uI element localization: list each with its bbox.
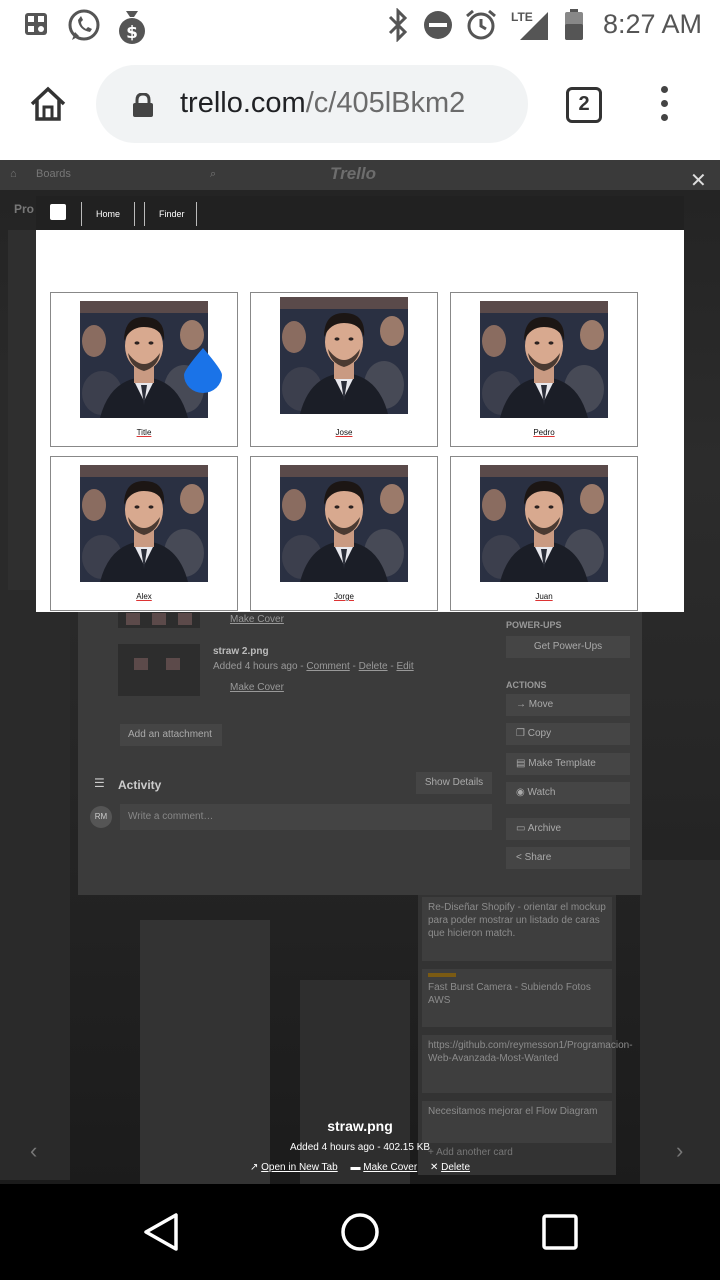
person-name: Jose bbox=[335, 428, 353, 437]
delete-link[interactable]: Delete bbox=[359, 661, 388, 672]
person-name: Alex bbox=[136, 592, 152, 601]
touch-cursor-drop-icon bbox=[184, 348, 222, 393]
viewer-delete-link[interactable]: ✕ Delete bbox=[430, 1162, 470, 1173]
actions-heading: ACTIONS bbox=[506, 680, 547, 690]
battery-icon bbox=[565, 9, 583, 40]
avatar: RM bbox=[90, 806, 112, 828]
attachment-thumbnail[interactable] bbox=[118, 644, 200, 696]
person-card[interactable]: Alex bbox=[50, 456, 238, 611]
template-icon: ▤ bbox=[516, 758, 526, 769]
person-photo bbox=[480, 465, 608, 582]
home-icon[interactable] bbox=[28, 84, 68, 124]
back-icon[interactable] bbox=[142, 1212, 180, 1252]
comment-input[interactable]: Write a comment… bbox=[120, 804, 492, 830]
attachment-meta: Added 4 hours ago - Comment - Delete - E… bbox=[213, 661, 414, 672]
copy-button[interactable]: ❐ Copy bbox=[506, 723, 630, 745]
person-card[interactable]: Pedro bbox=[450, 292, 638, 447]
whatsapp-icon bbox=[68, 9, 100, 41]
eye-icon: ◉ bbox=[516, 787, 525, 798]
app-preview: Home Finder Title Jose Pedro Alex Jorge … bbox=[36, 196, 684, 612]
person-photo bbox=[280, 297, 408, 414]
share-icon: < bbox=[516, 852, 522, 863]
add-attachment-button[interactable]: Add an attachment bbox=[120, 724, 222, 746]
viewer-actions: ↗ Open in New Tab ▬ Make Cover ✕ Delete bbox=[0, 1162, 720, 1173]
gallery-icon bbox=[25, 13, 47, 35]
activity-heading: Activity bbox=[118, 778, 162, 792]
person-card[interactable]: Jorge bbox=[250, 456, 438, 611]
archive-icon: ▭ bbox=[516, 823, 526, 834]
person-photo bbox=[280, 465, 408, 582]
app-navbar: Home Finder bbox=[36, 196, 684, 230]
person-photo bbox=[480, 301, 608, 418]
get-power-ups-button[interactable]: Get Power-Ups bbox=[506, 636, 630, 658]
address-bar[interactable]: trello.com/c/405lBkm2 bbox=[96, 65, 528, 143]
trello-header: ⌂ Boards ⌕ Trello bbox=[0, 160, 720, 190]
edit-link[interactable]: Edit bbox=[396, 661, 413, 672]
alarm-icon bbox=[466, 9, 496, 40]
person-card[interactable]: Juan bbox=[450, 456, 638, 611]
person-name: Title bbox=[136, 428, 152, 437]
power-ups-heading: POWER-UPS bbox=[506, 620, 562, 630]
share-button[interactable]: < Share bbox=[506, 847, 630, 869]
comment-link[interactable]: Comment bbox=[306, 661, 349, 672]
arrow-right-icon: → bbox=[516, 699, 526, 710]
copy-icon: ❐ bbox=[516, 728, 525, 739]
android-nav-bar bbox=[0, 1184, 720, 1280]
open-new-tab-link[interactable]: ↗ Open in New Tab bbox=[250, 1162, 338, 1173]
make-template-button[interactable]: ▤ Make Template bbox=[506, 753, 630, 775]
attachment-name[interactable]: straw 2.png bbox=[213, 646, 269, 657]
attachment-thumbnail[interactable] bbox=[118, 610, 200, 628]
person-card[interactable]: Jose bbox=[250, 292, 438, 447]
signal-icon: LTE bbox=[511, 10, 548, 40]
trello-search-icon[interactable]: ⌕ bbox=[210, 168, 216, 181]
trello-home-icon[interactable]: ⌂ bbox=[10, 168, 17, 180]
trello-logo: Trello bbox=[330, 164, 376, 183]
board-title: Pro bbox=[14, 202, 35, 216]
money-bag-icon: $ bbox=[119, 11, 145, 44]
list-card[interactable]: https://github.com/reymesson1/Programaci… bbox=[422, 1035, 633, 1093]
boards-button[interactable]: Boards bbox=[36, 168, 71, 180]
list-card[interactable]: Re-Diseñar Shopify - orientar el mockup … bbox=[422, 897, 612, 961]
person-photo bbox=[80, 465, 208, 582]
list-card[interactable]: Fast Burst Camera - Subiendo Fotos AWS bbox=[422, 969, 612, 1027]
url-text: trello.com/c/405lBkm2 bbox=[180, 87, 466, 119]
nav-home-link[interactable]: Home bbox=[96, 209, 120, 219]
brand-logo-icon[interactable] bbox=[50, 204, 66, 220]
lock-icon bbox=[133, 93, 153, 117]
person-name: Juan bbox=[535, 592, 553, 601]
show-details-button[interactable]: Show Details bbox=[416, 772, 492, 794]
close-viewer-icon[interactable]: ✕ bbox=[690, 168, 707, 193]
card-detail-panel: Make Cover straw 2.png Added 4 hours ago… bbox=[78, 610, 642, 895]
svg-text:$: $ bbox=[126, 23, 138, 43]
svg-text:LTE: LTE bbox=[511, 10, 533, 24]
make-cover-link[interactable]: Make Cover bbox=[230, 682, 284, 693]
nav-finder-link[interactable]: Finder bbox=[159, 209, 185, 219]
viewer-file-meta: Added 4 hours ago - 402.15 KB bbox=[289, 1142, 431, 1153]
do-not-disturb-icon bbox=[424, 11, 452, 39]
browser-toolbar: trello.com/c/405lBkm2 2 bbox=[0, 50, 720, 160]
make-cover-link[interactable]: Make Cover bbox=[230, 614, 284, 625]
clock: 8:27 AM bbox=[602, 9, 702, 39]
recents-icon[interactable] bbox=[542, 1214, 578, 1250]
activity-icon: ☰ bbox=[94, 776, 105, 790]
bluetooth-icon bbox=[388, 8, 408, 42]
person-name: Pedro bbox=[533, 428, 555, 437]
person-name: Jorge bbox=[333, 592, 354, 601]
overflow-menu-icon[interactable] bbox=[652, 86, 676, 126]
move-button[interactable]: → Move bbox=[506, 694, 630, 716]
archive-button[interactable]: ▭ Archive bbox=[506, 818, 630, 840]
status-bar: $ LTE 8:27 AM bbox=[0, 0, 720, 50]
tab-switcher-button[interactable]: 2 bbox=[566, 87, 602, 123]
viewer-file-name: straw.png bbox=[327, 1118, 393, 1134]
home-circle-icon[interactable] bbox=[340, 1212, 380, 1252]
viewer-make-cover-link[interactable]: ▬ Make Cover bbox=[350, 1162, 417, 1173]
watch-button[interactable]: ◉ Watch bbox=[506, 782, 630, 804]
